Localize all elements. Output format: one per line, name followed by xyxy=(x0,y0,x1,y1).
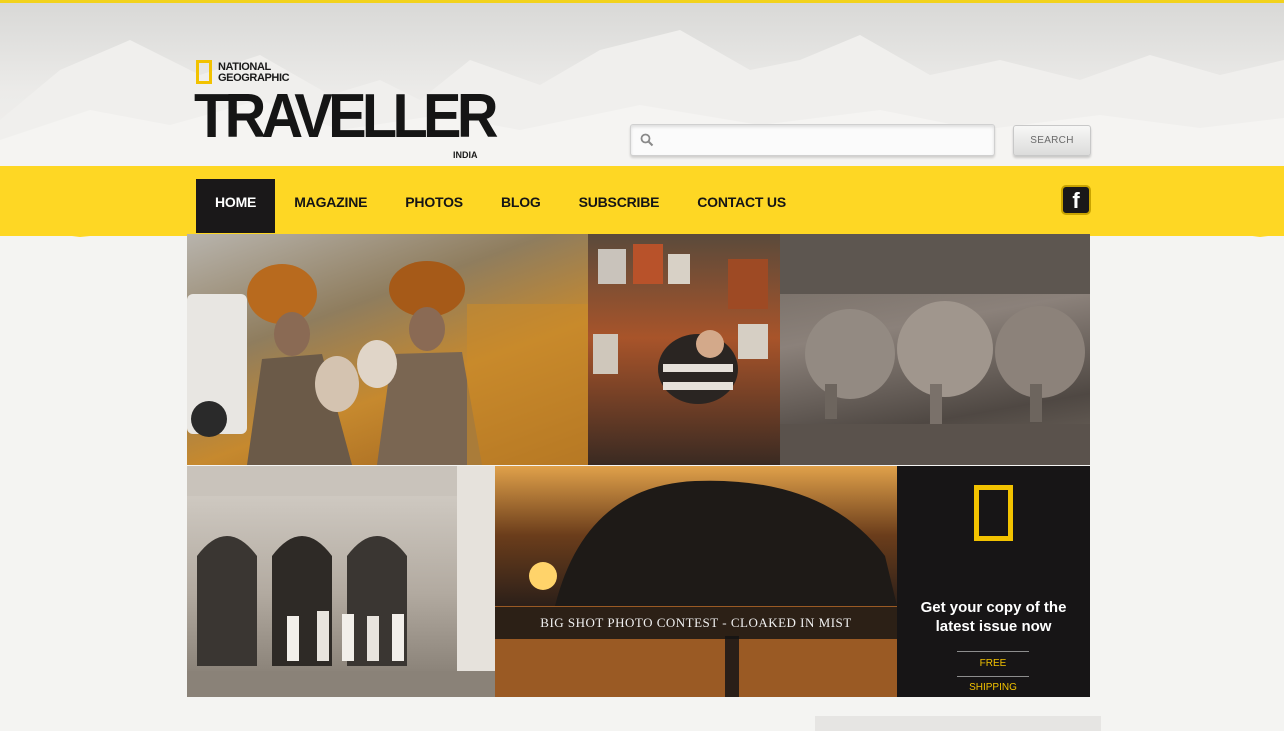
main-navigation: HOME MAGAZINE PHOTOS BLOG SUBSCRIBE CONT… xyxy=(196,179,805,233)
photo-artist-gallery-art xyxy=(593,244,768,404)
ng-yellow-border-icon xyxy=(196,60,212,84)
logo-national-geographic: NATIONAL GEOGRAPHIC xyxy=(218,62,290,84)
search-button[interactable]: SEARCH xyxy=(1013,125,1091,156)
promo-title: Get your copy of the latest issue now xyxy=(920,599,1067,635)
photo-women-with-children-art xyxy=(187,261,588,465)
search-input[interactable] xyxy=(661,128,990,154)
subscription-promo[interactable]: Get your copy of the latest issue now FR… xyxy=(897,466,1090,697)
photo-artist-gallery[interactable] xyxy=(588,234,780,465)
photo-cloaked-in-mist-art xyxy=(495,480,897,697)
search-field[interactable] xyxy=(630,124,995,156)
free-shipping-link[interactable]: FREE SHIPPING xyxy=(957,651,1029,693)
photo-cloaked-in-mist[interactable] xyxy=(495,466,897,697)
photo-women-with-children[interactable] xyxy=(187,234,588,465)
nav-magazine[interactable]: MAGAZINE xyxy=(275,179,386,233)
photo-contest-caption[interactable]: BIG SHOT PHOTO CONTEST - CLOAKED IN MIST xyxy=(495,607,897,639)
photo-elephant-carvings-art xyxy=(780,234,1090,465)
logo-title: TRAVELLER xyxy=(194,82,498,151)
search-icon xyxy=(640,133,654,147)
photo-elephant-carvings[interactable] xyxy=(780,234,1090,465)
nav-contact-us[interactable]: CONTACT US xyxy=(678,179,805,233)
nav-subscribe[interactable]: SUBSCRIBE xyxy=(560,179,679,233)
site-logo[interactable]: NATIONAL GEOGRAPHIC TRAVELLER INDIA xyxy=(194,58,498,163)
nav-home[interactable]: HOME xyxy=(196,179,276,233)
sidebar-strip xyxy=(815,716,1101,731)
facebook-icon[interactable]: f xyxy=(1061,185,1091,215)
nav-blog[interactable]: BLOG xyxy=(482,179,560,233)
ng-logo-icon xyxy=(974,485,1013,541)
photo-palace-arches[interactable] xyxy=(187,466,495,697)
nav-photos[interactable]: PHOTOS xyxy=(386,179,482,233)
logo-edition: INDIA xyxy=(453,150,478,160)
photo-palace-arches-art xyxy=(187,466,495,697)
